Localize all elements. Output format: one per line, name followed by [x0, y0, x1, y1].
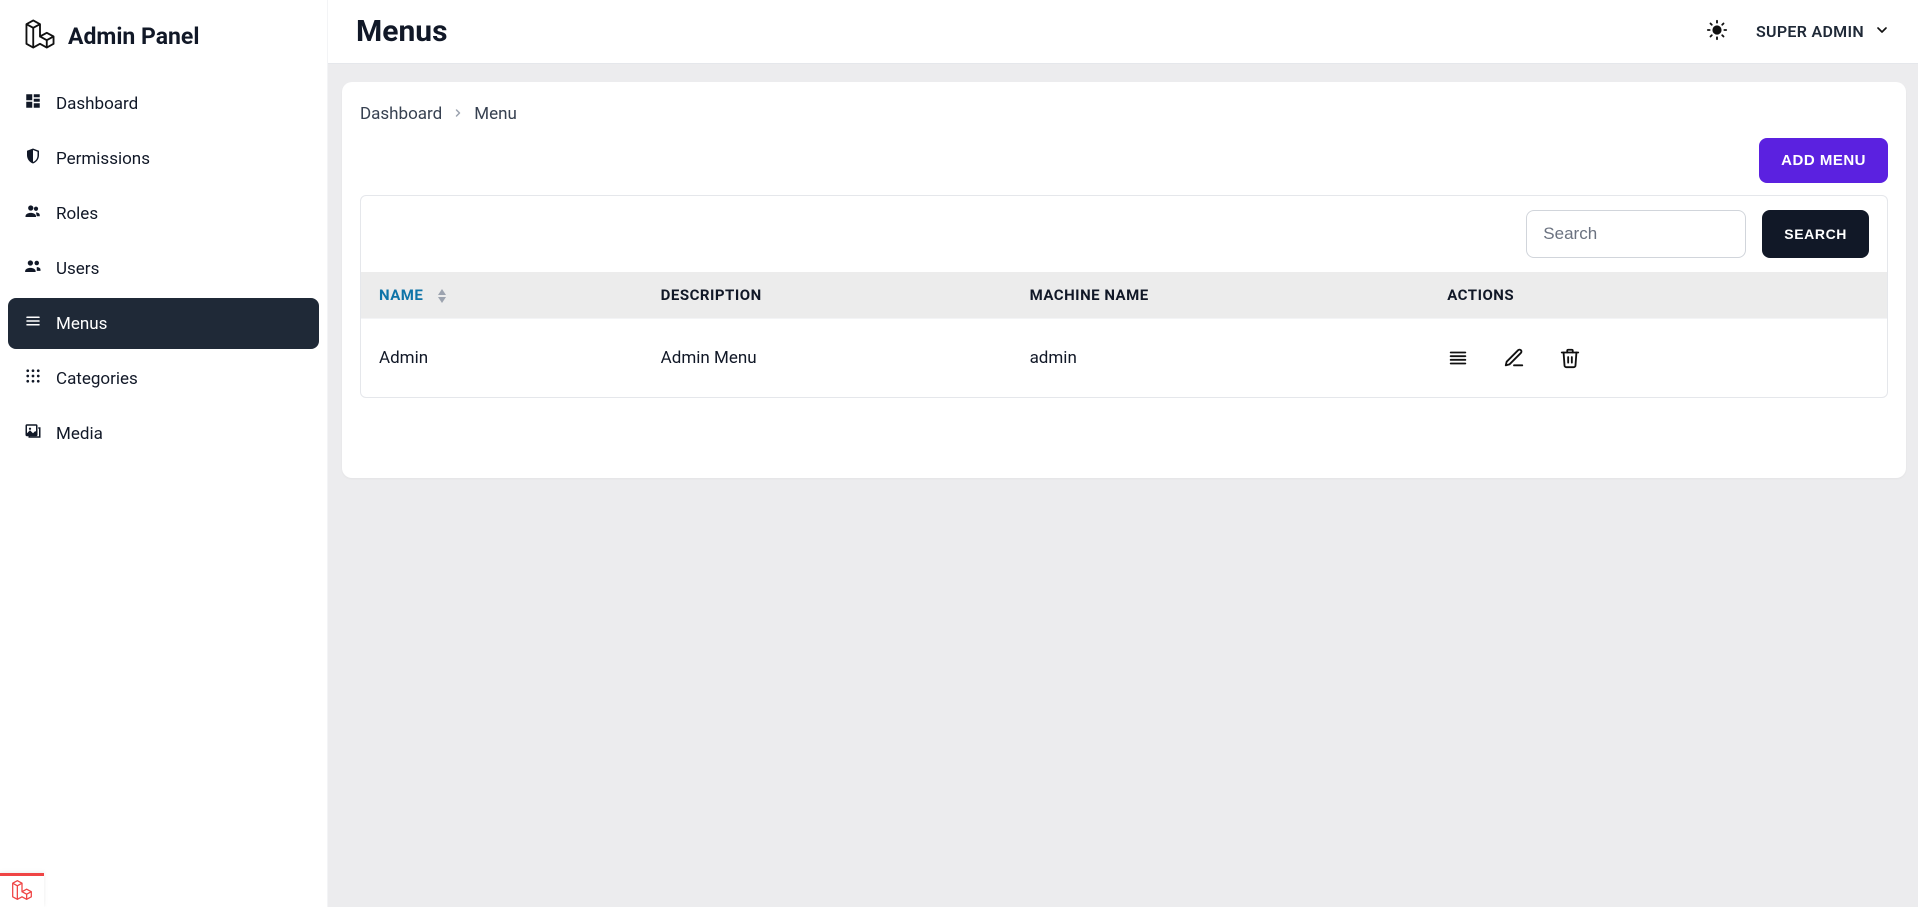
- cell-machine-name: admin: [1012, 319, 1430, 398]
- menus-table: NAME DESCRIPTION MACHINE NAME ACTIONS: [361, 272, 1887, 397]
- col-description: DESCRIPTION: [643, 272, 1012, 319]
- cell-name: Admin: [361, 319, 643, 398]
- sun-icon: [1706, 19, 1728, 45]
- col-actions: ACTIONS: [1429, 272, 1887, 319]
- sidebar-item-users[interactable]: Users: [8, 243, 319, 294]
- sidebar: Admin Panel Dashboard Permissions Roles: [0, 0, 328, 907]
- trash-icon: [1559, 347, 1581, 369]
- list-icon: [1447, 347, 1469, 369]
- reorder-button[interactable]: [1447, 347, 1469, 369]
- col-machine-name: MACHINE NAME: [1012, 272, 1430, 319]
- table-container: SEARCH NAME: [360, 195, 1888, 398]
- sidebar-item-media[interactable]: Media: [8, 408, 319, 459]
- sidebar-item-dashboard[interactable]: Dashboard: [8, 78, 319, 129]
- edit-icon: [1503, 347, 1525, 369]
- add-menu-button[interactable]: ADD MENU: [1759, 138, 1888, 183]
- user-label: SUPER ADMIN: [1756, 22, 1864, 41]
- chevron-down-icon: [1874, 22, 1890, 42]
- sidebar-item-label: Roles: [56, 204, 98, 224]
- main: Menus SUPER ADMIN Dashboard: [328, 0, 1918, 907]
- table-toolbar: SEARCH: [361, 196, 1887, 272]
- brand-title: Admin Panel: [68, 23, 199, 50]
- sidebar-item-roles[interactable]: Roles: [8, 188, 319, 239]
- sidebar-nav: Dashboard Permissions Roles Users: [0, 78, 327, 459]
- menu-icon: [24, 312, 42, 335]
- cell-description: Admin Menu: [643, 319, 1012, 398]
- sidebar-item-label: Dashboard: [56, 94, 138, 114]
- users-icon: [24, 202, 42, 225]
- chevron-right-icon: [452, 104, 464, 124]
- sidebar-item-label: Permissions: [56, 149, 150, 169]
- search-input[interactable]: [1526, 210, 1746, 258]
- page-title: Menus: [356, 14, 448, 49]
- media-icon: [24, 422, 42, 445]
- col-name[interactable]: NAME: [361, 272, 643, 319]
- sidebar-item-label: Users: [56, 259, 99, 279]
- cell-actions: [1429, 319, 1887, 398]
- breadcrumb-item: Menu: [474, 104, 517, 124]
- grid-icon: [24, 367, 42, 390]
- search-button[interactable]: SEARCH: [1762, 210, 1869, 258]
- delete-button[interactable]: [1559, 347, 1581, 369]
- sidebar-item-menus[interactable]: Menus: [8, 298, 319, 349]
- breadcrumb-item[interactable]: Dashboard: [360, 104, 442, 124]
- logo-icon: [24, 18, 56, 54]
- sidebar-item-label: Media: [56, 424, 103, 444]
- content: Dashboard Menu ADD MENU SEARCH: [328, 64, 1918, 907]
- laravel-icon: [11, 879, 33, 905]
- breadcrumb: Dashboard Menu: [360, 104, 1888, 124]
- shield-icon: [24, 147, 42, 170]
- sidebar-item-categories[interactable]: Categories: [8, 353, 319, 404]
- brand[interactable]: Admin Panel: [0, 0, 327, 78]
- theme-toggle[interactable]: [1706, 19, 1728, 45]
- sidebar-item-permissions[interactable]: Permissions: [8, 133, 319, 184]
- corner-badge[interactable]: [0, 873, 44, 907]
- sidebar-item-label: Menus: [56, 314, 107, 334]
- card: Dashboard Menu ADD MENU SEARCH: [342, 82, 1906, 478]
- sort-icon: [436, 288, 448, 304]
- sidebar-item-label: Categories: [56, 369, 138, 389]
- user-menu[interactable]: SUPER ADMIN: [1756, 22, 1890, 42]
- user-icon: [24, 257, 42, 280]
- dashboard-icon: [24, 92, 42, 115]
- edit-button[interactable]: [1503, 347, 1525, 369]
- topbar: Menus SUPER ADMIN: [328, 0, 1918, 64]
- table-row: Admin Admin Menu admin: [361, 319, 1887, 398]
